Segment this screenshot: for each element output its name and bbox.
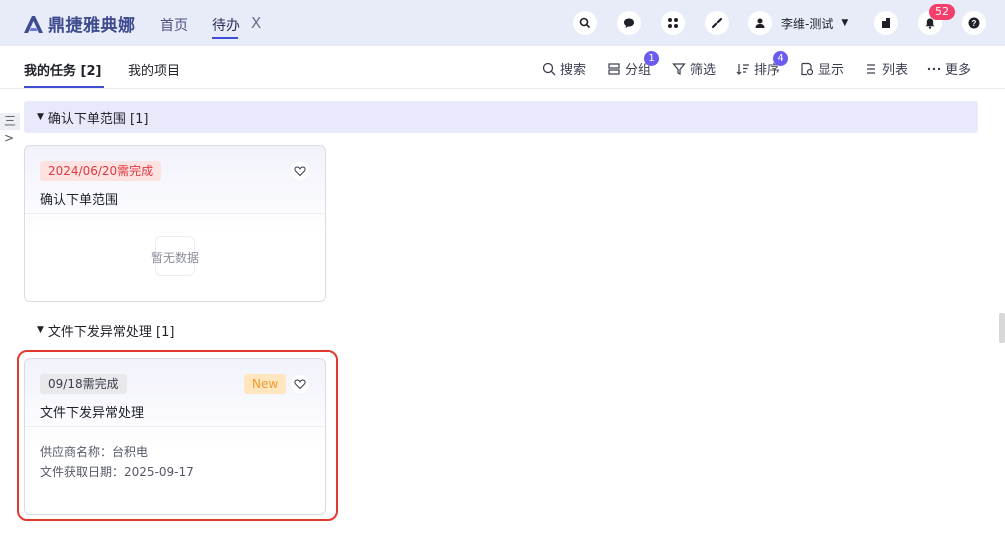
list-tool-button[interactable]: 列表 (864, 59, 908, 78)
tab-my-tasks[interactable]: 我的任务 [2] (24, 60, 101, 79)
search-icon (542, 62, 556, 75)
link-icon[interactable] (705, 11, 729, 35)
sidebar-expand-toggle[interactable]: 三> (0, 113, 20, 145)
sort-count-badge: 4 (773, 51, 788, 66)
list-tool-label: 列表 (882, 63, 909, 78)
logo-mark-icon (24, 15, 43, 33)
caret-down-icon: ▼ (37, 112, 44, 122)
building-icon[interactable] (874, 11, 898, 35)
card-divider (25, 213, 325, 214)
tab-underline (24, 86, 104, 88)
subtab-bar: 我的任务 [2] 我的项目 搜索 分组 1 筛选 排序 4 显示 列表 更多 (0, 46, 1005, 89)
filter-icon (672, 62, 686, 75)
group-icon (608, 62, 620, 75)
sort-icon (736, 63, 749, 75)
search-tool-label: 搜索 (560, 63, 587, 78)
filter-tool-button[interactable]: 筛选 (672, 59, 716, 78)
due-date-badge: 2024/06/20需完成 (40, 161, 162, 181)
filter-tool-label: 筛选 (690, 63, 717, 78)
group-header-label: 确认下单范围 [1] (47, 111, 149, 127)
selection-highlight (17, 350, 338, 521)
more-icon (927, 67, 941, 70)
user-menu[interactable]: 李维-测试 ▼ (748, 11, 848, 35)
group-header-label: 文件下发异常处理 [1] (47, 324, 175, 340)
right-scroll-handle[interactable] (999, 313, 1005, 343)
group-header-confirm-order[interactable]: ▼ 确认下单范围 [1] (24, 101, 978, 133)
caret-down-icon: ▼ (37, 325, 44, 335)
caret-down-icon: ▼ (841, 18, 849, 28)
user-name: 李维-测试 (781, 16, 834, 31)
display-settings-icon (801, 62, 814, 75)
nav-tab-todo[interactable]: 待办 (212, 15, 240, 35)
display-tool-button[interactable]: 显示 (800, 59, 844, 78)
favorite-heart-icon[interactable] (291, 162, 309, 180)
svg-text:?: ? (972, 19, 977, 28)
empty-data-text: 暂无数据 (150, 251, 199, 265)
search-tool-button[interactable]: 搜索 (542, 59, 586, 78)
apps-icon[interactable] (661, 11, 685, 35)
group-count-badge: 1 (644, 51, 659, 66)
nav-home[interactable]: 首页 (160, 15, 188, 35)
notification-badge: 52 (929, 4, 955, 20)
logo-text: 鼎捷雅典娜 (48, 16, 136, 36)
card-title: 确认下单范围 (40, 193, 119, 208)
search-icon[interactable] (573, 11, 597, 35)
user-icon (748, 11, 772, 35)
chat-icon[interactable] (617, 11, 641, 35)
help-icon[interactable]: ? (962, 11, 986, 35)
logo[interactable]: 鼎捷雅典娜 (22, 11, 136, 36)
group-header-file-exception[interactable]: ▼ 文件下发异常处理 [1] (24, 314, 424, 346)
list-icon (867, 63, 875, 74)
more-tool-button[interactable]: 更多 (927, 59, 971, 78)
tab-my-projects[interactable]: 我的项目 (128, 60, 180, 79)
display-tool-label: 显示 (818, 63, 845, 78)
nav-tab-close-button[interactable]: X (251, 14, 261, 32)
top-header: 鼎捷雅典娜 首页 待办 X 李维-测试 ▼ 52 ? (0, 0, 1005, 46)
more-tool-label: 更多 (945, 63, 972, 78)
nav-tab-underline (212, 37, 238, 39)
task-card-confirm-order[interactable]: 2024/06/20需完成 确认下单范围 暂无数据 (24, 145, 326, 302)
